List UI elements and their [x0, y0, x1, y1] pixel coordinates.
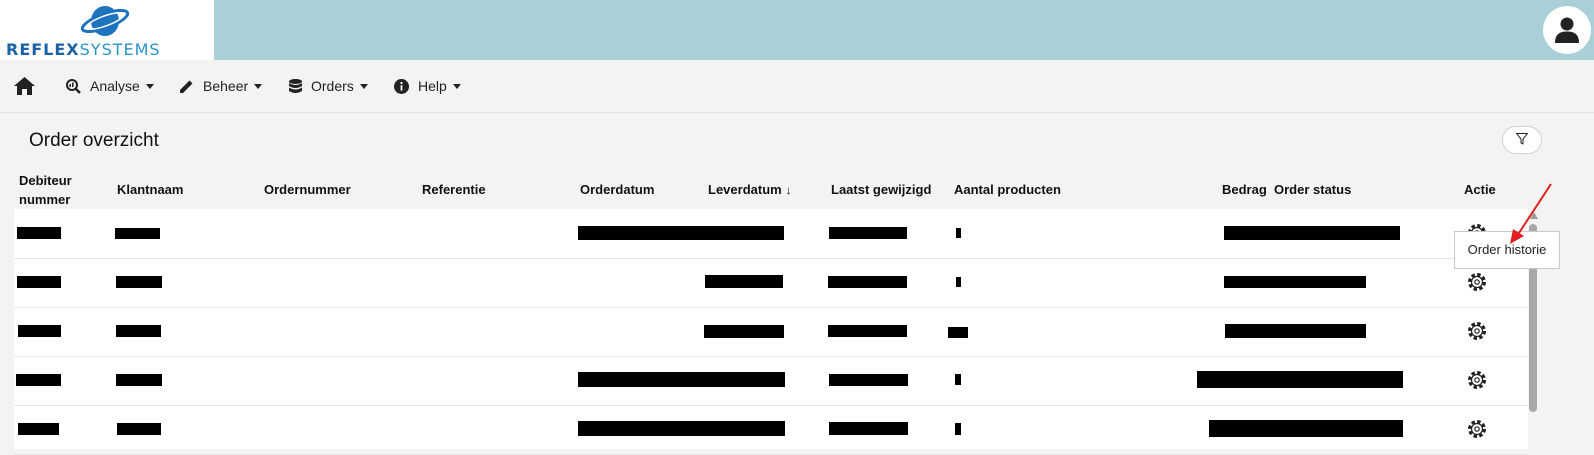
redacted-cell [955, 374, 961, 385]
gear-icon[interactable] [1467, 272, 1487, 292]
top-bar [0, 0, 1594, 60]
redacted-cell [829, 227, 907, 239]
nav-help[interactable]: Help [394, 75, 461, 97]
redacted-cell [828, 276, 907, 288]
annotation-arrow-icon [1510, 183, 1552, 244]
redacted-cell [115, 228, 160, 239]
col-header-debiteur[interactable]: Debiteur nummer [19, 171, 72, 209]
redacted-cell [116, 325, 161, 337]
redacted-cell [578, 421, 785, 436]
col-header-leverdatum-label: Leverdatum [708, 182, 782, 197]
redacted-cell [1225, 324, 1366, 338]
table-row[interactable] [14, 258, 1528, 308]
logo-globe-icon [80, 6, 130, 36]
col-header-laatst-gewijzigd[interactable]: Laatst gewijzigd [831, 180, 931, 199]
nav-analyse[interactable]: Analyse [66, 75, 154, 97]
nav-analyse-label: Analyse [90, 78, 140, 94]
redacted-cell [17, 227, 61, 239]
col-header-ordernummer[interactable]: Ordernummer [264, 180, 351, 199]
search-chart-icon [66, 78, 81, 94]
nav-beheer[interactable]: Beheer [179, 75, 263, 97]
nav-home[interactable] [14, 75, 44, 97]
filter-button[interactable] [1502, 126, 1542, 154]
table-row[interactable] [14, 405, 1528, 455]
redacted-cell [578, 226, 784, 240]
table-row[interactable] [14, 307, 1528, 357]
table-row[interactable] [14, 356, 1528, 406]
logo-wordmark: REFLEXSYSTEMS [6, 40, 161, 59]
redacted-cell [16, 374, 61, 386]
redacted-cell [705, 275, 783, 288]
redacted-cell [1197, 371, 1403, 388]
gear-icon[interactable] [1467, 370, 1487, 390]
info-icon [394, 78, 409, 94]
filter-icon [1516, 133, 1528, 145]
page-title: Order overzicht [29, 130, 159, 151]
chevron-down-icon [254, 83, 263, 89]
redacted-cell [956, 228, 961, 238]
col-header-order-status[interactable]: Order status [1274, 180, 1351, 199]
pencil-icon [180, 80, 193, 93]
user-account-button[interactable] [1543, 6, 1591, 54]
col-header-orderdatum[interactable]: Orderdatum [580, 180, 654, 199]
nav-help-label: Help [418, 78, 447, 94]
col-header-aantal-producten[interactable]: Aantal producten [954, 180, 1061, 199]
redacted-cell [116, 374, 162, 386]
redacted-cell [1224, 276, 1366, 288]
chevron-down-icon [359, 83, 368, 89]
nav-beheer-label: Beheer [203, 78, 249, 94]
redacted-cell [704, 325, 784, 338]
redacted-cell [828, 325, 907, 337]
home-icon [14, 77, 35, 95]
redacted-cell [1224, 226, 1400, 240]
sort-desc-icon: ↓ [785, 183, 792, 197]
redacted-cell [948, 327, 968, 338]
redacted-cell [829, 374, 908, 386]
table-row[interactable] [14, 209, 1528, 259]
database-icon [289, 78, 302, 93]
redacted-cell [117, 423, 161, 435]
main-navbar: Analyse Beheer Orders Help [0, 60, 1594, 113]
nav-orders[interactable]: Orders [289, 75, 368, 97]
order-table-body [14, 209, 1528, 455]
col-header-referentie[interactable]: Referentie [422, 180, 486, 199]
nav-orders-label: Orders [311, 78, 354, 94]
col-header-debiteur-line2: nummer [19, 192, 71, 207]
gear-icon[interactable] [1467, 419, 1487, 439]
col-header-leverdatum[interactable]: Leverdatum ↓ [708, 180, 792, 200]
redacted-cell [578, 372, 785, 387]
col-header-klantnaam[interactable]: Klantnaam [117, 180, 183, 199]
col-header-actie: Actie [1464, 182, 1496, 197]
redacted-cell [18, 325, 61, 337]
gear-icon[interactable] [1467, 321, 1487, 341]
redacted-cell [17, 276, 61, 288]
redacted-cell [955, 423, 961, 435]
redacted-cell [956, 277, 961, 287]
redacted-cell [829, 422, 908, 435]
redacted-cell [18, 423, 59, 435]
col-header-bedrag[interactable]: Bedrag [1222, 180, 1267, 199]
redacted-cell [1209, 420, 1403, 437]
logo[interactable]: REFLEXSYSTEMS [0, 0, 214, 60]
redacted-cell [116, 276, 162, 288]
chevron-down-icon [145, 83, 154, 89]
col-header-debiteur-line1: Debiteur [19, 173, 72, 188]
user-icon [1555, 17, 1579, 43]
chevron-down-icon [452, 83, 461, 89]
